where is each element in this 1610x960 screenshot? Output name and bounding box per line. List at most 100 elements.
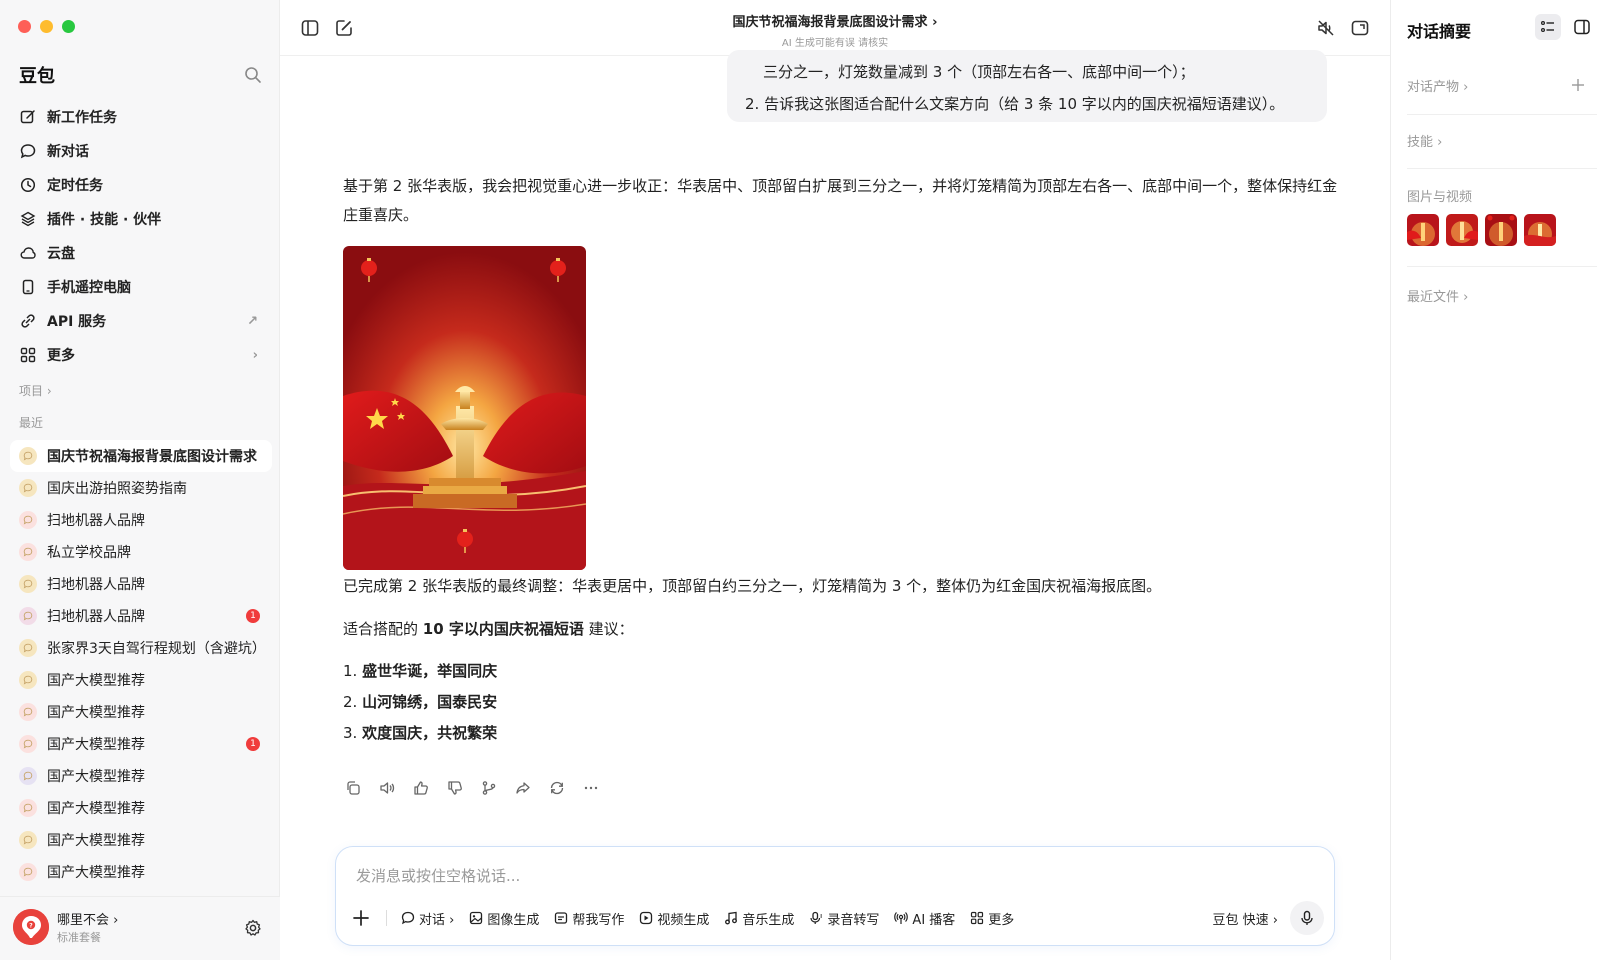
thumbs-up-icon[interactable] xyxy=(411,778,431,798)
minimize-window-button[interactable] xyxy=(40,20,53,33)
summary-panel: 对话摘要 对话产物 › 技能 › 图片与视频 最近文件 › xyxy=(1390,0,1610,960)
grid-icon xyxy=(970,911,984,925)
chat-bubble-icon xyxy=(19,142,37,160)
chat-avatar-icon xyxy=(19,799,37,817)
message-input-placeholder[interactable]: 发消息或按住空格说话... xyxy=(356,865,520,886)
nav-label: API 服务 xyxy=(47,314,107,330)
projects-section-label[interactable]: 项目 › xyxy=(19,382,52,399)
outline-list-icon[interactable] xyxy=(1535,14,1561,40)
phrase-item: 3. 欢度国庆，共祝繁荣 xyxy=(343,722,497,743)
branch-icon[interactable] xyxy=(479,778,499,798)
tool-music-generation[interactable]: 音乐生成 xyxy=(724,909,794,928)
recent-chat-item[interactable]: 国产大模型推荐 xyxy=(10,760,272,792)
summary-panel-title: 对话摘要 xyxy=(1407,22,1472,41)
generated-poster-image[interactable] xyxy=(343,246,586,570)
settings-gear-icon[interactable] xyxy=(244,919,262,937)
sidebar-nav: 新工作任务 新对话 定时任务 插件 · 技能 · 伙伴 云盘 手机遥控电脑 AP… xyxy=(10,100,270,372)
nav-api-service[interactable]: API 服务 ↗ xyxy=(10,304,270,338)
thumbs-down-icon[interactable] xyxy=(445,778,465,798)
toggle-panel-icon[interactable] xyxy=(1569,14,1595,40)
nav-scheduled-tasks[interactable]: 定时任务 xyxy=(10,168,270,202)
chat-avatar-icon xyxy=(19,447,37,465)
tool-ai-podcast[interactable]: AI 播客 xyxy=(894,909,955,928)
nav-label: 更多 xyxy=(47,348,75,364)
recent-chat-item[interactable]: 扫地机器人品牌 xyxy=(10,504,272,536)
recent-chat-item[interactable]: 扫地机器人品牌 1 xyxy=(10,600,272,632)
artifacts-section[interactable]: 对话产物 › xyxy=(1407,76,1468,95)
model-selector[interactable]: 豆包 快速 › xyxy=(1213,909,1278,928)
recent-chat-item[interactable]: 张家界3天自驾行程规划（含避坑） xyxy=(10,632,272,664)
write-icon xyxy=(554,911,568,925)
recent-chat-item[interactable]: 扫地机器人品牌 xyxy=(10,568,272,600)
tool-record-transcribe[interactable]: 录音转写 xyxy=(809,909,879,928)
tool-writing[interactable]: 帮我写作 xyxy=(554,909,624,928)
chat-avatar-icon xyxy=(19,703,37,721)
media-thumbnail[interactable] xyxy=(1485,214,1517,246)
add-attachment-icon[interactable] xyxy=(350,907,372,929)
recent-chat-item[interactable]: 私立学校品牌 xyxy=(10,536,272,568)
recent-chat-label: 国庆节祝福海报背景底图设计需求 xyxy=(47,449,257,465)
recent-chat-item[interactable]: 国产大模型推荐 xyxy=(10,824,272,856)
chat-avatar-icon xyxy=(19,735,37,753)
section-divider xyxy=(1407,266,1597,267)
nav-plugins[interactable]: 插件 · 技能 · 伙伴 xyxy=(10,202,270,236)
nav-more[interactable]: 更多 › xyxy=(10,338,270,372)
phrase-number: 1. xyxy=(343,662,363,680)
phrase-number: 3. xyxy=(343,724,363,742)
user-name[interactable]: 哪里不会 › xyxy=(57,909,118,928)
conversation-title[interactable]: 国庆节祝福海报背景底图设计需求 › xyxy=(280,11,1390,30)
recent-chat-item[interactable]: 国庆出游拍照姿势指南 xyxy=(10,472,272,504)
nav-label: 新工作任务 xyxy=(47,110,117,126)
message-composer[interactable]: 发消息或按住空格说话... 对话 › 图像生成 帮我写作 视频生成 音乐生成 录… xyxy=(335,846,1335,946)
chat-avatar-icon xyxy=(19,543,37,561)
mute-speaker-icon[interactable] xyxy=(1316,18,1336,38)
suggestion-bold: 10 字以内国庆祝福短语 xyxy=(422,620,584,638)
close-window-button[interactable] xyxy=(18,20,31,33)
new-window-icon[interactable] xyxy=(1350,18,1370,38)
regenerate-icon[interactable] xyxy=(547,778,567,798)
suggestion-prefix: 适合搭配的 xyxy=(343,620,423,638)
user-message-line: 三分之一，灯笼数量减到 3 个（顶部左右各一、底部中间一个）； xyxy=(763,63,1195,81)
phrase-item: 1. 盛世华诞，举国同庆 xyxy=(343,660,497,681)
recent-chat-item[interactable]: 国产大模型推荐 xyxy=(10,664,272,696)
avatar[interactable]: ? xyxy=(13,909,49,945)
grid-icon xyxy=(19,346,37,364)
maximize-window-button[interactable] xyxy=(62,20,75,33)
nav-new-chat[interactable]: 新对话 xyxy=(10,134,270,168)
nav-new-task[interactable]: 新工作任务 xyxy=(10,100,270,134)
top-bar: 国庆节祝福海报背景底图设计需求 › AI 生成可能有误 请核实 xyxy=(280,0,1390,56)
recent-chat-item[interactable]: 国产大模型推荐 1 xyxy=(10,728,272,760)
copy-icon[interactable] xyxy=(343,778,363,798)
recent-chat-item[interactable]: 国产大模型推荐 xyxy=(10,696,272,728)
more-options-icon[interactable] xyxy=(581,778,601,798)
recent-files-section[interactable]: 最近文件 › xyxy=(1407,286,1468,305)
nav-cloud-drive[interactable]: 云盘 xyxy=(10,236,270,270)
recent-chat-item[interactable]: 国庆节祝福海报背景底图设计需求 xyxy=(10,440,272,472)
media-thumbnail[interactable] xyxy=(1407,214,1439,246)
recent-chat-list: 国庆节祝福海报背景底图设计需求国庆出游拍照姿势指南 扫地机器人品牌 私立学校品牌 扫地… xyxy=(10,440,272,896)
recent-chat-label: 国产大模型推荐 xyxy=(47,737,145,753)
chat-avatar-icon xyxy=(19,767,37,785)
svg-text:?: ? xyxy=(29,923,33,930)
share-icon[interactable] xyxy=(513,778,533,798)
tool-chat-mode[interactable]: 对话 › xyxy=(401,909,454,928)
media-thumbnail[interactable] xyxy=(1446,214,1478,246)
skills-section[interactable]: 技能 › xyxy=(1407,131,1442,150)
search-icon[interactable] xyxy=(244,66,262,84)
composer-toolbar: 对话 › 图像生成 帮我写作 视频生成 音乐生成 录音转写 AI 播客 更多 xyxy=(350,903,1029,933)
recent-chat-item[interactable]: 国产大模型推荐 xyxy=(10,792,272,824)
tool-video-generation[interactable]: 视频生成 xyxy=(639,909,709,928)
nav-phone-remote[interactable]: 手机遥控电脑 xyxy=(10,270,270,304)
media-section: 图片与视频 xyxy=(1407,190,1473,205)
media-thumbnail[interactable] xyxy=(1524,214,1556,246)
read-aloud-icon[interactable] xyxy=(377,778,397,798)
tool-image-generation[interactable]: 图像生成 xyxy=(469,909,539,928)
user-bar: ? 哪里不会 › 标准套餐 xyxy=(0,896,280,960)
recent-section-label: 最近 xyxy=(19,416,44,430)
recent-chat-label: 国产大模型推荐 xyxy=(47,865,145,881)
section-divider xyxy=(1407,168,1597,169)
add-artifact-icon[interactable] xyxy=(1571,78,1585,92)
tool-more[interactable]: 更多 xyxy=(970,909,1014,928)
microphone-icon[interactable] xyxy=(1290,901,1324,935)
recent-chat-item[interactable]: 国产大模型推荐 xyxy=(10,856,272,888)
